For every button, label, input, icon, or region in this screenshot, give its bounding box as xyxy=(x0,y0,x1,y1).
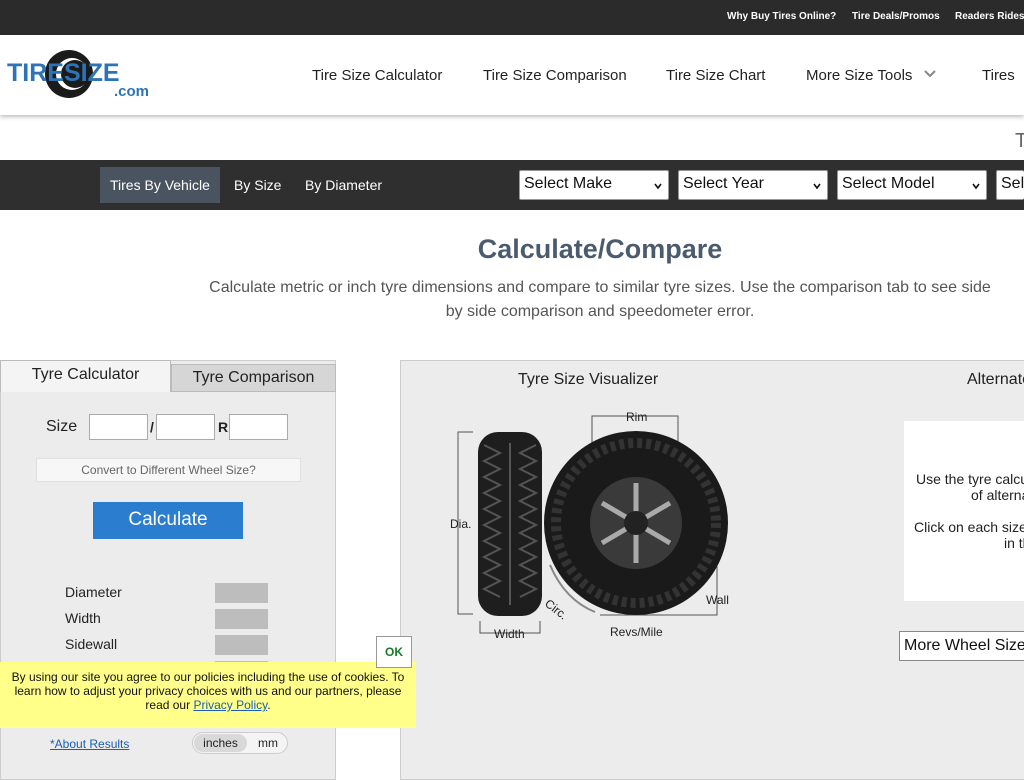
calculate-button[interactable]: Calculate xyxy=(93,502,243,539)
why-buy-link[interactable]: Why Buy Tires Online? xyxy=(727,11,836,22)
unit-mm[interactable]: mm xyxy=(253,734,283,752)
result-label-sidewall: Sidewall xyxy=(65,636,118,652)
more-wheel-sizes-select[interactable]: More Wheel Size xyxy=(899,631,1024,661)
select-model[interactable]: Select Model xyxy=(837,170,987,200)
select-option-partial[interactable]: Sele xyxy=(996,170,1024,200)
label-circumference: Circ. xyxy=(542,596,570,622)
page-heading-partial: T xyxy=(1015,130,1024,152)
alternates-title: Alternate xyxy=(967,371,1024,388)
visualizer-title: Tyre Size Visualizer xyxy=(518,371,659,388)
cookie-banner: By using our site you agree to our polic… xyxy=(0,662,416,728)
tab-by-diameter[interactable]: By Diameter xyxy=(295,167,392,203)
unit-inches[interactable]: inches xyxy=(194,734,247,752)
result-value-sidewall xyxy=(215,635,268,655)
dropdown-arrow-icon xyxy=(972,183,980,190)
convert-wheel-size-button[interactable]: Convert to Different Wheel Size? xyxy=(36,458,301,482)
result-label-diameter: Diameter xyxy=(65,584,122,600)
tyre-visualizer-diagram: Rim Dia. Circ. Wall Width Revs/Mile xyxy=(450,410,729,641)
alternates-text-3: Click on each size xyxy=(914,519,1024,535)
alternates-text-2: of alterna xyxy=(971,487,1024,503)
select-year[interactable]: Select Year xyxy=(678,170,828,200)
rim-diameter-input[interactable] xyxy=(229,414,288,440)
alternates-text-1: Use the tyre calcu xyxy=(916,471,1024,487)
dropdown-arrow-icon xyxy=(654,183,662,190)
chevron-down-icon[interactable] xyxy=(924,69,936,79)
dropdown-arrow-icon xyxy=(813,183,821,190)
nav-more-size-tools[interactable]: More Size Tools xyxy=(806,67,912,84)
privacy-policy-link[interactable]: Privacy Policy xyxy=(193,698,267,712)
cookie-ok-button[interactable]: OK xyxy=(376,636,412,668)
nav-tires[interactable]: Tires xyxy=(982,67,1015,84)
svg-text:.com: .com xyxy=(114,83,149,100)
site-logo[interactable]: TIRESIZE .com xyxy=(6,48,156,100)
nav-tire-size-calculator[interactable]: Tire Size Calculator xyxy=(312,67,442,84)
readers-rides-link[interactable]: Readers Rides xyxy=(955,11,1024,22)
page-subtitle: Calculate metric or inch tyre dimensions… xyxy=(209,279,991,320)
tab-tyre-comparison[interactable]: Tyre Comparison xyxy=(171,364,336,392)
label-rim: Rim xyxy=(626,410,647,424)
page-title: Calculate/Compare xyxy=(477,234,723,264)
tire-deals-link[interactable]: Tire Deals/Promos xyxy=(852,11,940,22)
site-header: TIRESIZE .com Tire Size Calculator Tire … xyxy=(0,35,1024,115)
unit-toggle[interactable]: inches mm xyxy=(192,732,288,754)
alternates-text-4: in th xyxy=(1004,535,1024,551)
label-width: Width xyxy=(494,627,525,641)
label-revs-mile: Revs/Mile xyxy=(610,625,663,639)
size-label: Size xyxy=(46,418,78,435)
nav-tire-size-chart[interactable]: Tire Size Chart xyxy=(666,67,765,84)
select-make[interactable]: Select Make xyxy=(519,170,669,200)
aspect-ratio-input[interactable] xyxy=(156,414,215,440)
width-input[interactable] xyxy=(89,414,148,440)
alternates-info-box xyxy=(904,421,1024,601)
nav-tire-size-comparison[interactable]: Tire Size Comparison xyxy=(483,67,627,84)
result-value-diameter xyxy=(215,583,268,603)
svg-text:TIRESIZE: TIRESIZE xyxy=(7,59,120,87)
label-diameter: Dia. xyxy=(450,517,471,531)
top-utility-bar: Why Buy Tires Online? Tire Deals/Promos … xyxy=(0,0,1024,35)
size-separator-slash: / xyxy=(150,419,154,435)
vehicle-search-bar: Tires By Vehicle By Size By Diameter Sel… xyxy=(0,160,1024,210)
tab-tyre-calculator[interactable]: Tyre Calculator xyxy=(0,360,171,392)
result-label-width: Width xyxy=(65,610,101,626)
tab-by-size[interactable]: By Size xyxy=(224,167,291,203)
about-results-link[interactable]: *About Results xyxy=(50,737,129,751)
size-separator-r: R xyxy=(218,419,229,435)
result-value-width xyxy=(215,609,268,629)
label-wall: Wall xyxy=(706,593,729,607)
tab-tires-by-vehicle[interactable]: Tires By Vehicle xyxy=(100,167,220,203)
